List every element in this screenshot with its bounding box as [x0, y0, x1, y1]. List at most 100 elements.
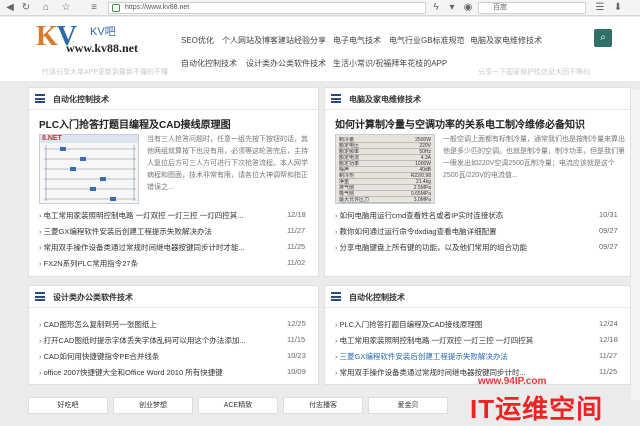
spec-label: 最大允许压力 [339, 197, 370, 203]
url-text: https://www.kv88.net [125, 4, 190, 11]
logo-url: www.kv88.net [66, 41, 139, 55]
menu-icon[interactable]: ☰ [594, 2, 606, 14]
list-item-title: 如何电脑用运行cmd查看姓名或者IP实时连接状态 [339, 211, 504, 220]
article-excerpt: 一般空调上面都有标制冷量，通常我们也是按制冷量来算出他是多少匹的空调。也就是制冷… [443, 136, 625, 179]
site-logo[interactable]: KV KV吧 www.kv88.net [30, 21, 150, 71]
list-item[interactable]: › PLC入门抢答打题目编程及CAD接线原理图 [335, 319, 482, 330]
list-item[interactable]: › 三菱GX编程软件安装后创建工程提示失败解决办法 [335, 351, 508, 362]
chevron-right-icon: › [39, 211, 42, 220]
list-item[interactable]: › 电工常用家装照明控制电路 一灯双控 一灯三控 一灯四控其... [39, 210, 244, 221]
friend-link[interactable]: 创业梦想 [113, 397, 193, 414]
nav-item[interactable]: 个人网站及博客建站经验分享 [222, 35, 326, 46]
list-item[interactable]: › 打开CAD图纸时提示字体丢失字体乱码可以用这个办法添加... [39, 335, 246, 346]
list-item-title: 分享电脑键盘上所有键的功能，以及他们常用的组合功能 [339, 243, 528, 252]
nav-item[interactable]: 电气行业GB标准规范 [389, 35, 465, 46]
panel-title[interactable]: 自动化控制技术 [53, 94, 109, 105]
list-item-date: 12/25 [287, 319, 306, 328]
list-item[interactable]: › 教你如何通过运行命令dxdiag查看电脑详细配置 [335, 226, 497, 237]
list-item[interactable]: › office 2007快捷键大全和Office Word 2010 所有快捷键 [39, 367, 223, 378]
download-icon[interactable]: ⬇ [612, 2, 624, 14]
article-thumbnail[interactable]: 8.NET [39, 134, 139, 204]
nav-item[interactable]: 电子电气技术 [333, 35, 381, 46]
list-item[interactable]: › 三菱GX编程软件安装后创建工程提示失败解决办法 [39, 226, 212, 237]
list-item-title: FX2N系列PLC常用指令27条 [43, 259, 139, 268]
list-item-title: 常用双手操作设备类通过常规时间继电器按键同步计时才能... [43, 243, 245, 252]
panel-title[interactable]: 设计类办公类软件技术 [53, 292, 133, 303]
chevron-right-icon: › [335, 336, 338, 345]
list-item-date: 11/27 [599, 351, 618, 360]
list-item-title: 打开CAD图纸时提示字体丢失字体乱码可以用这个办法添加... [43, 336, 246, 345]
dropdown-icon[interactable]: ▾ [446, 2, 458, 14]
list-item-title: 三菱GX编程软件安装后创建工程提示失败解决办法 [339, 352, 508, 361]
featured-article-title[interactable]: 如何计算制冷量与空调功率的关系电工制冷维修必备知识 [335, 116, 585, 131]
lightning-icon[interactable]: ϟ [430, 2, 442, 14]
list-item-title: CAD如何用快捷键指令PE合并线条 [43, 352, 160, 361]
list-item[interactable]: › 分享电脑键盘上所有键的功能，以及他们常用的组合功能 [335, 242, 527, 253]
home-icon[interactable]: ⌂ [40, 2, 52, 14]
list-icon [331, 94, 341, 103]
friend-link[interactable]: 付志播客 [283, 397, 363, 414]
panel-software: 设计类办公类软件技术 › CAD图形怎么复制到另一张图纸上 12/25 › 打开CA… [28, 285, 319, 385]
list-item-title: 电工常用家装照明控制电路 一灯双控 一灯三控 一灯四控其... [43, 211, 244, 220]
chevron-right-icon: › [335, 211, 338, 220]
list-item[interactable]: › 常用双手操作设备类通过常规时间继电器按键同步计时才能... [39, 242, 245, 253]
nav-item[interactable]: SEO优化 [181, 35, 214, 46]
chevron-right-icon: › [39, 368, 42, 377]
list-item[interactable]: › FX2N系列PLC常用指令27条 [39, 258, 138, 269]
list-item-title: office 2007快捷键大全和Office Word 2010 所有快捷键 [43, 368, 223, 377]
panel-title[interactable]: 电脑及家电维修技术 [349, 94, 421, 105]
browser-search-input[interactable]: 百度 [478, 2, 586, 14]
star-icon[interactable]: ☆ [60, 2, 72, 14]
list-item[interactable]: › 如何电脑用运行cmd查看姓名或者IP实时连接状态 [335, 210, 503, 221]
list-item[interactable]: › 电工常用家装照明控制电路 一灯双控 一灯三控 一灯四控其 [335, 335, 533, 346]
list-item-title: 电工常用家装照明控制电路 一灯双控 一灯三控 一灯四控其 [339, 336, 534, 345]
chevron-right-icon: › [39, 336, 42, 345]
list-icon [35, 94, 45, 103]
list-item-date: 11/27 [287, 226, 306, 235]
chevron-right-icon: › [335, 368, 338, 377]
panel-title[interactable]: 自动化控制技术 [349, 292, 405, 303]
faint-banner-right: 分享一下国家保护性信息大团不等的 [478, 69, 590, 76]
site-search-button[interactable]: ⌕ [594, 29, 612, 47]
browser-toolbar: ◀ ↻ ⌂ ☆ ≡ https://www.kv88.net ϟ ▾ ◉ 百度 … [0, 0, 640, 16]
panel-automation-2: 自动化控制技术 › PLC入门抢答打题目编程及CAD接线原理图 12/24 › 电工… [324, 285, 631, 385]
featured-article-title[interactable]: PLC入门抢答打题目编程及CAD接线原理图 [39, 116, 231, 131]
list-item-date: 12/18 [599, 335, 618, 344]
back-icon[interactable]: ◀ [4, 2, 16, 14]
chevron-right-icon: › [39, 320, 42, 329]
friend-link[interactable]: ACE精致 [198, 397, 278, 414]
search-engine-label: 百度 [493, 4, 507, 11]
nav-item[interactable]: 自动化控制技术 [181, 58, 237, 69]
logo-text: KV吧 [90, 26, 116, 38]
address-bar[interactable]: https://www.kv88.net [108, 2, 426, 14]
chevron-right-icon: › [335, 320, 338, 329]
friend-link[interactable]: 好吃吧 [28, 397, 108, 414]
list-item[interactable]: › CAD如何用快捷键指令PE合并线条 [39, 351, 159, 362]
thumbnail-label: 8.NET [42, 135, 62, 142]
search-engine-icon[interactable]: ◉ [462, 2, 474, 14]
list-item-date: 09/27 [599, 226, 618, 235]
article-thumbnail[interactable]: 制冷量 2500W 额定电压 220V 额定频率 50Hz 额定电流 4.3A 额定功率 1000… [335, 134, 435, 204]
nav-item[interactable]: 设计类办公类软件技术 [246, 58, 326, 69]
chevron-right-icon: › [39, 243, 42, 252]
article-excerpt: 当有三人抢答问题时，任意一组先按下按钮的话，其他两组就算按下也没有用，必须等这轮… [147, 136, 308, 191]
friend-link[interactable]: 爱金贝 [368, 397, 448, 414]
reload-icon[interactable]: ↻ [20, 2, 32, 14]
panel-automation: 自动化控制技术 PLC入门抢答打题目编程及CAD接线原理图 8.NET 当有三人… [28, 87, 319, 277]
panel-header: 自动化控制技术 [29, 88, 318, 110]
faint-banner-left: 代读分享大单APP更新到最新不懂的不懂 [42, 69, 169, 76]
list-item-date: 11/15 [287, 335, 306, 344]
spec-row: 最大允许压力 3.0MPa [339, 197, 431, 203]
chevron-right-icon: › [335, 352, 338, 361]
scrollbar[interactable] [631, 90, 640, 400]
chevron-right-icon: › [39, 227, 42, 236]
site-header: KV KV吧 www.kv88.net SEO优化 个人网站及博客建站经验分享 … [0, 17, 640, 81]
list-item[interactable]: › CAD图形怎么复制到另一张图纸上 [39, 319, 157, 330]
list-item-date: 11/25 [287, 242, 306, 251]
panel-header: 电脑及家电维修技术 [325, 88, 630, 110]
list-item-date: 09/27 [599, 242, 618, 251]
bookmark-icon[interactable]: ≡ [88, 2, 100, 14]
nav-item[interactable]: 电脑及家电维修技术 [470, 35, 542, 46]
nav-item[interactable]: 生活小常识/祝福拜年花枝的APP [333, 58, 447, 69]
spec-value: 3.0MPa [413, 197, 431, 203]
